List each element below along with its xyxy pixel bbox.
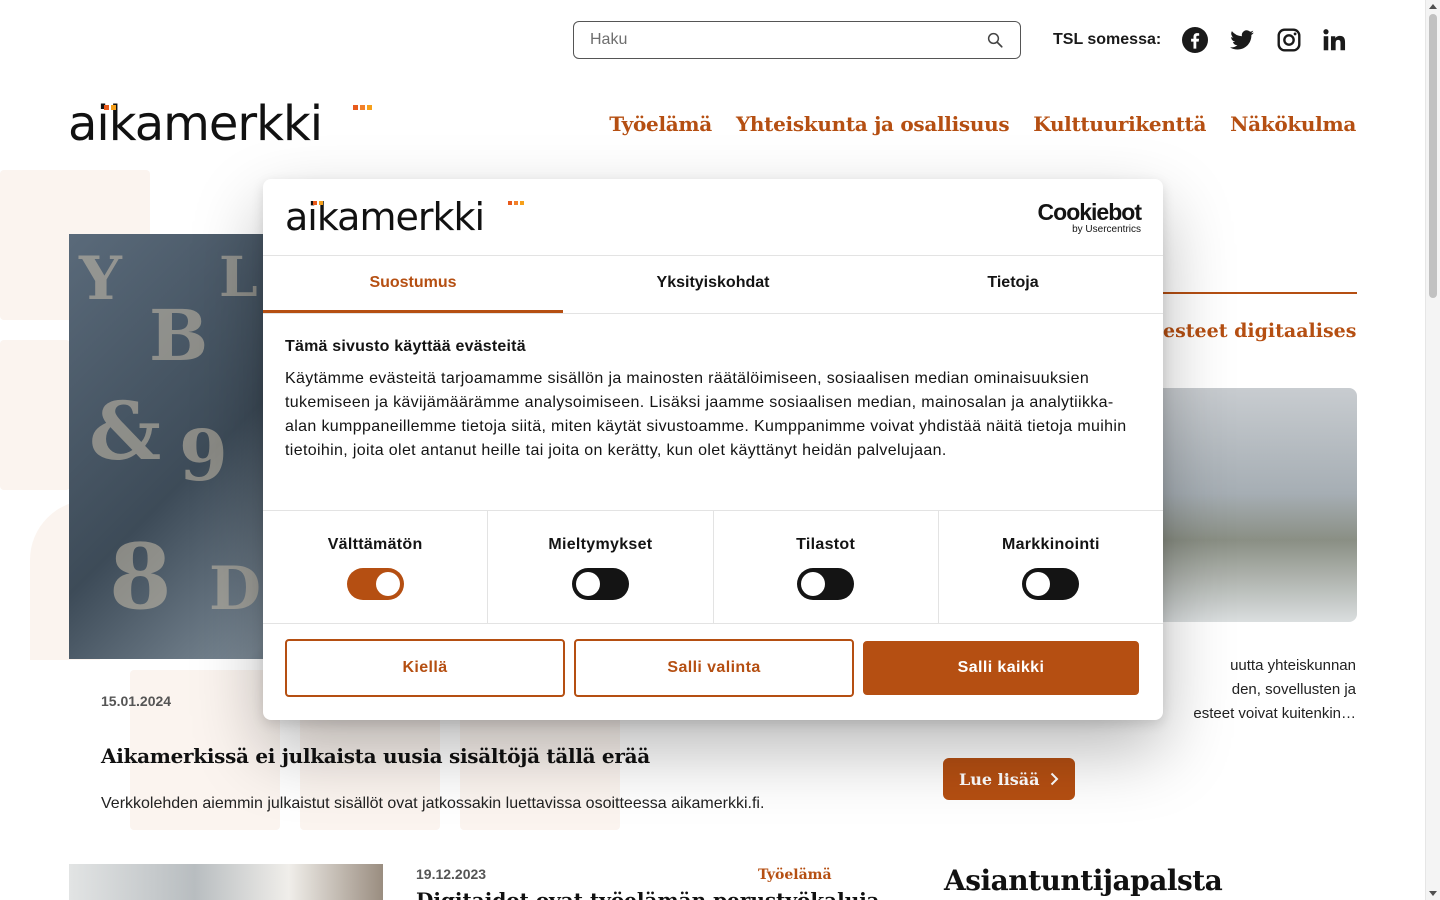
scroll-up-arrow[interactable] xyxy=(1429,4,1437,9)
tab-yksityiskohdat[interactable]: Yksityiskohdat xyxy=(563,256,863,313)
side-article-title[interactable]: esteet digitaalisessa xyxy=(1163,320,1357,342)
article-description: Verkkolehden aiemmin julkaistut sisällöt… xyxy=(101,795,765,812)
allow-selection-button[interactable]: Salli valinta xyxy=(574,639,854,697)
nav-item-tyoelama[interactable]: Työelämä xyxy=(609,112,712,136)
nav-item-kulttuurikentta[interactable]: Kulttuurikenttä xyxy=(1033,112,1206,136)
scroll-thumb[interactable] xyxy=(1429,14,1437,298)
dialog-tabs: Suostumus Yksityiskohdat Tietoja xyxy=(263,256,1163,314)
social-label: TSL somessa: xyxy=(1053,31,1162,48)
linkedin-icon[interactable] xyxy=(1321,27,1347,53)
twitter-icon[interactable] xyxy=(1229,27,1255,53)
toggle-marketing: Markkinointi xyxy=(939,511,1163,623)
nav-item-nakokulma[interactable]: Näkökulma xyxy=(1230,112,1356,136)
article-title[interactable]: Aikamerkissä ei julkaista uusia sisältöj… xyxy=(101,744,650,768)
dialog-body: Tämä sivusto käyttää evästeitä Käytämme … xyxy=(263,314,1163,511)
toggle-label: Välttämätön xyxy=(327,536,423,553)
instagram-icon[interactable] xyxy=(1276,27,1302,53)
cookie-consent-dialog: aikamerkki Cookiebot by Usercentrics Suo… xyxy=(263,179,1163,720)
dialog-heading: Tämä sivusto käyttää evästeitä xyxy=(285,338,526,355)
dialog-header: aikamerkki Cookiebot by Usercentrics xyxy=(263,179,1163,256)
tab-suostumus[interactable]: Suostumus xyxy=(263,256,563,313)
article-title[interactable]: Digitaidot ovat työelämän perustyökaluja xyxy=(416,888,879,900)
allow-all-button[interactable]: Salli kaikki xyxy=(863,641,1139,695)
tab-tietoja[interactable]: Tietoja xyxy=(863,256,1163,313)
scroll-down-arrow[interactable] xyxy=(1429,891,1437,896)
dialog-text: Käytämme evästeitä tarjoamamme sisällön … xyxy=(285,370,1127,459)
nav-item-yhteiskunta[interactable]: Yhteiskunta ja osallisuus xyxy=(736,112,1010,136)
search-icon[interactable] xyxy=(986,31,1004,49)
read-more-label: Lue lisää xyxy=(959,769,1040,789)
facebook-icon[interactable] xyxy=(1182,27,1208,53)
article-thumbnail[interactable] xyxy=(69,864,383,900)
scrollbar[interactable] xyxy=(1425,0,1440,900)
toggle-preferences: Mieltymykset xyxy=(488,511,714,623)
necessary-switch[interactable] xyxy=(346,568,404,600)
dialog-logo: aikamerkki xyxy=(285,197,524,237)
dialog-buttons: Kiellä Salli valinta Salli kaikki xyxy=(263,624,1163,697)
preferences-switch[interactable] xyxy=(571,568,629,600)
read-more-button[interactable]: Lue lisää xyxy=(943,758,1075,800)
site-logo[interactable]: aikamerkki xyxy=(68,100,372,148)
logo-dots xyxy=(508,201,524,205)
cookiebot-logo[interactable]: Cookiebot by Usercentrics xyxy=(1037,199,1142,236)
chevron-right-icon xyxy=(1050,772,1058,786)
consent-toggles: Välttämätön Mieltymykset Tilastot Markki… xyxy=(263,511,1163,624)
toggle-label: Tilastot xyxy=(796,536,856,553)
marketing-switch[interactable] xyxy=(1022,568,1080,600)
logo-dots xyxy=(104,105,116,110)
toggle-label: Markkinointi xyxy=(1001,536,1100,553)
article-category[interactable]: Työelämä xyxy=(758,867,832,883)
search-box xyxy=(573,21,1021,59)
article-date: 19.12.2023 xyxy=(416,866,487,882)
article-date: 15.01.2024 xyxy=(101,693,172,709)
toggle-label: Mieltymykset xyxy=(548,536,653,553)
logo-dots xyxy=(353,105,372,110)
cookiebot-byline: by Usercentrics xyxy=(1072,224,1141,235)
cookiebot-name: Cookiebot xyxy=(1037,199,1142,225)
main-nav: Työelämä Yhteiskunta ja osallisuus Kultt… xyxy=(609,112,1356,136)
side-article-image[interactable] xyxy=(1163,388,1357,622)
toggle-necessary: Välttämätön xyxy=(263,511,489,623)
toggle-statistics: Tilastot xyxy=(714,511,939,623)
deny-button[interactable]: Kiellä xyxy=(285,639,565,697)
background-shape xyxy=(0,340,70,490)
statistics-switch[interactable] xyxy=(797,568,855,600)
search-input[interactable] xyxy=(574,22,954,58)
side-article-divider xyxy=(1163,292,1357,294)
expert-column-heading: Asiantuntijapalsta xyxy=(944,864,1223,897)
logo-dots xyxy=(313,201,323,205)
